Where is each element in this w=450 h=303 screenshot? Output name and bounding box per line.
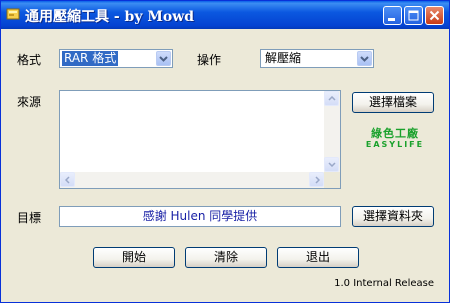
select-folder-button[interactable]: 選擇資料夾	[352, 206, 434, 227]
format-selected-value: RAR 格式	[62, 51, 119, 66]
operation-dropdown-button[interactable]	[357, 51, 372, 66]
scroll-down-button[interactable]	[324, 157, 339, 172]
operation-select[interactable]: 解壓縮	[260, 49, 374, 68]
format-dropdown-button[interactable]	[156, 51, 171, 66]
chevron-down-icon	[159, 56, 168, 62]
app-icon	[6, 7, 20, 21]
operation-selected-value: 解壓縮	[265, 51, 302, 65]
scroll-right-button[interactable]	[309, 172, 324, 187]
source-textarea[interactable]	[59, 90, 341, 189]
select-file-button[interactable]: 選擇檔案	[352, 92, 434, 113]
maximize-button[interactable]	[404, 6, 423, 25]
chevron-up-icon	[328, 96, 336, 101]
minimize-icon	[388, 18, 395, 21]
scroll-up-button[interactable]	[324, 91, 339, 106]
logo-english-text: EASYLIFE	[365, 140, 425, 149]
chevron-down-icon	[328, 162, 336, 167]
target-field[interactable]: 感謝 Hulen 同學提供	[59, 206, 341, 227]
close-icon	[429, 10, 440, 21]
horizontal-scrollbar[interactable]	[60, 172, 324, 188]
start-button[interactable]: 開始	[93, 247, 175, 268]
close-button[interactable]	[425, 6, 444, 25]
scroll-left-button[interactable]	[60, 172, 75, 187]
exit-button[interactable]: 退出	[277, 247, 359, 268]
clear-button[interactable]: 清除	[185, 247, 267, 268]
operation-label: 操作	[197, 53, 222, 67]
easylife-logo: 綠色工廠 EASYLIFE	[362, 127, 428, 155]
chevron-left-icon	[65, 176, 70, 184]
format-select[interactable]: RAR 格式	[59, 49, 173, 68]
app-window: 通用壓縮工具 - by Mowd 格式 RAR 格式 操作 解壓縮 來源 選擇檔…	[0, 0, 450, 303]
vertical-scrollbar[interactable]	[324, 91, 340, 172]
title-bar[interactable]: 通用壓縮工具 - by Mowd	[1, 1, 449, 29]
target-label: 目標	[17, 211, 42, 225]
window-title: 通用壓縮工具 - by Mowd	[25, 9, 195, 25]
logo-chinese-text: 綠色工廠	[371, 127, 419, 140]
format-label: 格式	[17, 53, 42, 67]
chevron-right-icon	[315, 176, 320, 184]
chevron-down-icon	[360, 56, 369, 62]
minimize-button[interactable]	[383, 6, 402, 25]
release-label: 1.0 Internal Release	[334, 278, 434, 289]
source-label: 來源	[17, 95, 42, 109]
scrollbar-corner	[324, 172, 340, 188]
maximize-icon	[408, 10, 419, 21]
